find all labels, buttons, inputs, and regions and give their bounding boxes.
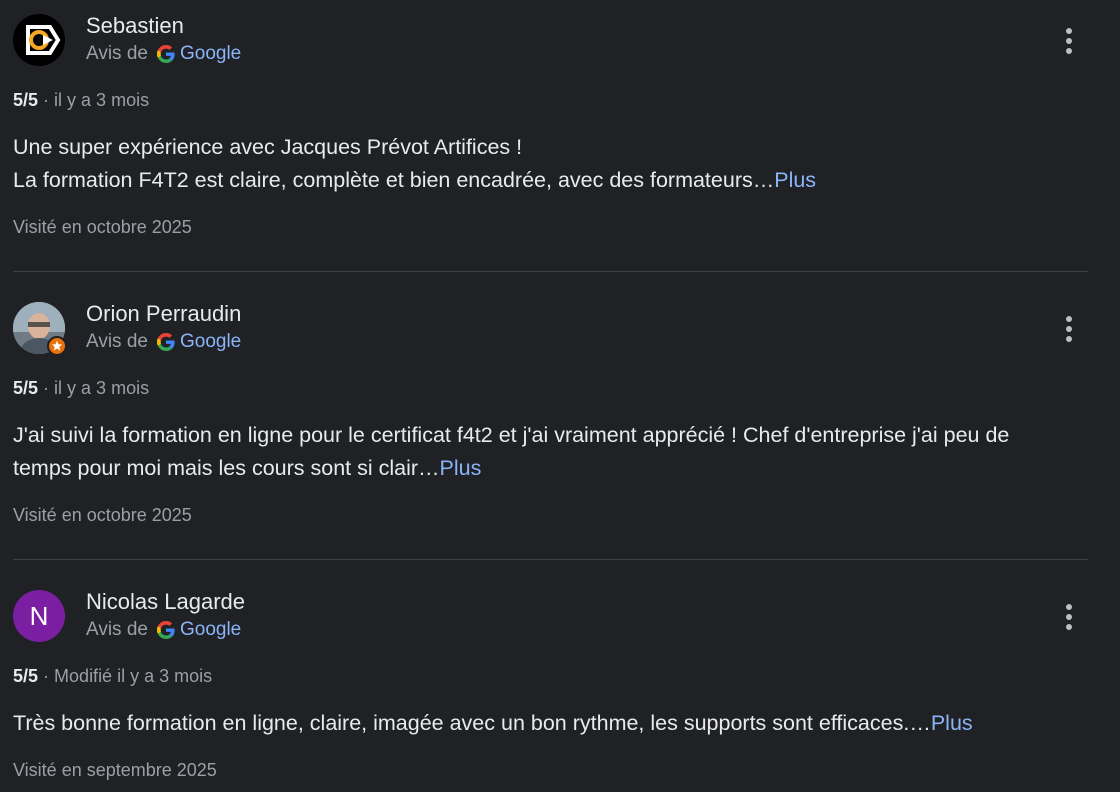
review-rating: 5/5 [13, 378, 39, 398]
review-text-line: Une super expérience avec Jacques Prévot… [13, 135, 523, 159]
divider [13, 271, 1088, 272]
review-text: J'ai suivi la formation en ligne pour le… [13, 419, 1093, 485]
author-name[interactable]: Orion Perraudin [86, 301, 241, 327]
review-text-line: La formation F4T2 est claire, complète e… [13, 168, 775, 192]
source-name: Google [179, 43, 242, 64]
google-g-icon [156, 45, 175, 63]
avatar[interactable] [13, 302, 67, 356]
visit-date: Visité en octobre 2025 [13, 217, 192, 237]
author-name[interactable]: Sebastien [86, 13, 184, 39]
review-source: Avis de Google [86, 619, 241, 641]
review-source: Avis de Google [86, 331, 241, 353]
review-time: il y a 3 mois [54, 90, 150, 110]
author-name[interactable]: Nicolas Lagarde [86, 589, 245, 615]
more-link[interactable]: Plus [440, 456, 482, 480]
visit-date: Visité en octobre 2025 [13, 505, 192, 525]
more-vert-icon [1066, 28, 1072, 34]
avatar-letter: N [13, 590, 65, 642]
brand-logo-icon [13, 14, 65, 66]
google-g-icon [156, 333, 175, 351]
review-text-line: temps pour moi mais les cours sont si cl… [13, 456, 440, 480]
more-vert-icon [1066, 604, 1072, 610]
source-name: Google [179, 331, 242, 352]
avatar[interactable]: N [13, 590, 65, 642]
review-time: il y a 3 mois [54, 378, 150, 398]
more-options-button[interactable] [1050, 598, 1088, 636]
review-text: Une super expérience avec Jacques Prévot… [13, 131, 1093, 197]
visit-date: Visité en septembre 2025 [13, 760, 217, 780]
local-guide-badge-icon [47, 336, 67, 356]
source-prefix: Avis de [86, 43, 148, 64]
meta-separator: · [43, 666, 55, 686]
google-g-icon [156, 621, 175, 639]
avatar[interactable] [13, 14, 65, 66]
more-vert-icon [1066, 316, 1072, 322]
meta-separator: · [43, 90, 55, 110]
review-card: Orion Perraudin Avis de Google 5/5 · il … [0, 288, 1120, 560]
review-meta: 5/5 · il y a 3 mois [13, 90, 149, 111]
more-options-button[interactable] [1050, 22, 1088, 60]
review-rating: 5/5 [13, 90, 39, 110]
review-time: Modifié il y a 3 mois [54, 666, 213, 686]
source-prefix: Avis de [86, 331, 148, 352]
review-text-line: Très bonne formation en ligne, claire, i… [13, 711, 931, 735]
review-meta: 5/5 · Modifié il y a 3 mois [13, 666, 212, 687]
more-link[interactable]: Plus [931, 711, 973, 735]
review-card: Sebastien Avis de Google 5/5 · il y a 3 … [0, 0, 1120, 272]
more-link[interactable]: Plus [774, 168, 816, 192]
review-text-line: J'ai suivi la formation en ligne pour le… [13, 423, 1010, 447]
review-text: Très bonne formation en ligne, claire, i… [13, 707, 1093, 740]
review-meta: 5/5 · il y a 3 mois [13, 378, 149, 399]
review-rating: 5/5 [13, 666, 39, 686]
divider [13, 559, 1088, 560]
review-source: Avis de Google [86, 43, 241, 65]
star-icon [51, 340, 63, 351]
review-card: N Nicolas Lagarde Avis de Google 5/5 · M… [0, 576, 1120, 792]
more-options-button[interactable] [1050, 310, 1088, 348]
source-name: Google [179, 619, 242, 640]
meta-separator: · [43, 378, 55, 398]
source-prefix: Avis de [86, 619, 148, 640]
